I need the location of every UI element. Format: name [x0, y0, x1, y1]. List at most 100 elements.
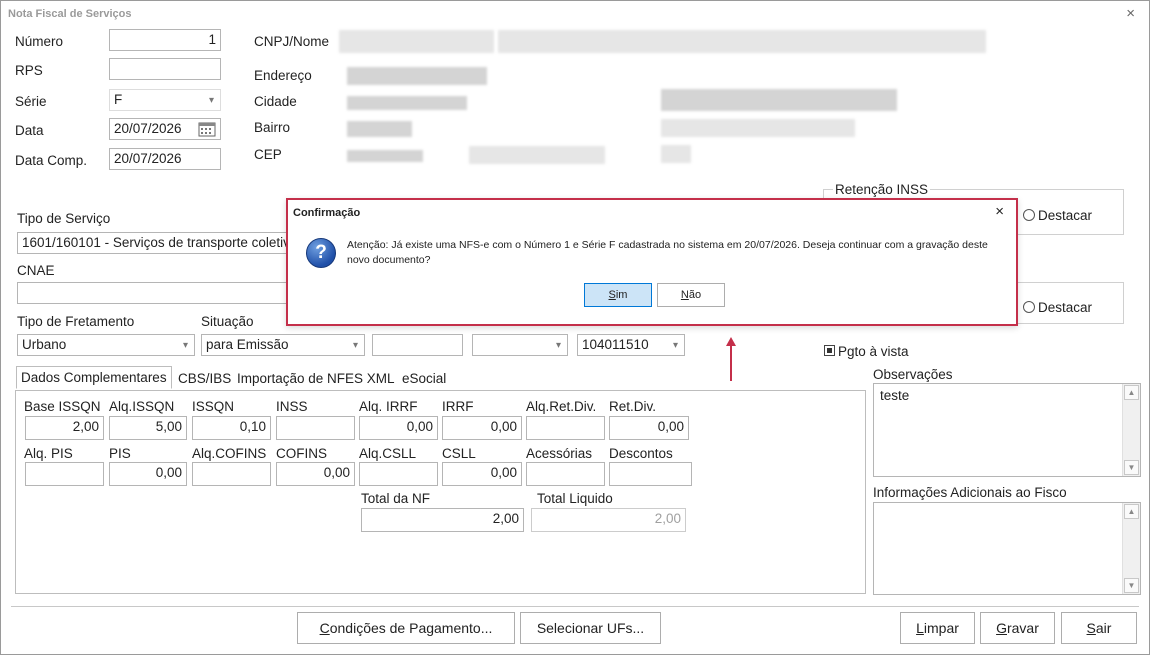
alq-csll-label: Alq.CSLL [359, 446, 417, 461]
info-adicionais-scrollbar[interactable]: ▲ ▼ [1122, 503, 1140, 594]
sim-button[interactable]: Sim [584, 283, 652, 307]
rps-input[interactable] [109, 58, 221, 80]
alq-pis-input[interactable] [25, 462, 104, 486]
total-nf-input[interactable]: 2,00 [361, 508, 524, 532]
alq-ret-div-input[interactable] [526, 416, 605, 440]
cnae-select[interactable] [17, 282, 297, 304]
acessorias-input[interactable] [526, 462, 605, 486]
serie-select[interactable]: F [109, 89, 221, 111]
irrf-input[interactable]: 0,00 [442, 416, 522, 440]
info-adicionais-textarea[interactable]: ▲ ▼ [873, 502, 1141, 595]
cep-mid-redacted [469, 146, 605, 164]
rps-label: RPS [15, 63, 43, 78]
cnpj-label: CNPJ/Nome [254, 34, 330, 49]
cnae-label: CNAE [17, 263, 55, 278]
checkbox-icon [824, 345, 835, 356]
confirmation-dialog: Confirmação × ? Atenção: Já existe uma N… [286, 198, 1018, 326]
ret-div-input[interactable]: 0,00 [609, 416, 689, 440]
ret-div-label: Ret.Div. [609, 399, 657, 414]
situacao-label: Situação [201, 314, 254, 329]
fretamento-select-4[interactable] [472, 334, 568, 356]
cidade-right-redacted [661, 89, 897, 111]
cidade-label: Cidade [254, 94, 297, 109]
descontos-label: Descontos [609, 446, 673, 461]
data-value: 20/07/2026 [114, 121, 182, 136]
tab-dados-complementares[interactable]: Dados Complementares [16, 366, 172, 389]
datacomp-label: Data Comp. [15, 153, 88, 168]
nao-button[interactable]: Não [657, 283, 725, 307]
scroll-down-icon[interactable]: ▼ [1124, 460, 1139, 475]
irrf-label: IRRF [442, 399, 474, 414]
dialog-message: Atenção: Já existe uma NFS-e com o Númer… [347, 239, 988, 266]
tab-importacao-nfes-xml[interactable]: Importação de NFES XML [237, 371, 395, 386]
tipo-servico-label: Tipo de Serviço [17, 211, 111, 226]
alq-csll-input[interactable] [359, 462, 438, 486]
base-issqn-label: Base ISSQN [24, 399, 101, 414]
cnpj-redacted [339, 30, 494, 53]
data-input[interactable]: 20/07/2026 [109, 118, 221, 140]
alq-pis-label: Alq. PIS [24, 446, 73, 461]
cofins-input[interactable]: 0,00 [276, 462, 355, 486]
annotation-arrow [730, 343, 732, 381]
situacao-select[interactable]: para Emissão [201, 334, 365, 356]
selecionar-ufs-button[interactable]: Selecionar UFs... [520, 612, 661, 644]
radio-circle-icon [1023, 209, 1035, 221]
observacoes-scrollbar[interactable]: ▲ ▼ [1122, 384, 1140, 476]
alq-irrf-input[interactable]: 0,00 [359, 416, 438, 440]
dialog-close-button[interactable]: × [995, 203, 1004, 220]
code-select[interactable]: 104011510 [577, 334, 685, 356]
condicoes-pagamento-button[interactable]: Condições de Pagamento... [297, 612, 515, 644]
csll-input[interactable]: 0,00 [442, 462, 522, 486]
observacoes-textarea[interactable]: teste ▲ ▼ [873, 383, 1141, 477]
issqn-input[interactable]: 0,10 [192, 416, 271, 440]
alq-cofins-label: Alq.COFINS [192, 446, 267, 461]
serie-label: Série [15, 94, 47, 109]
destacar2-label: Destacar [1038, 300, 1093, 315]
numero-input[interactable]: 1 [109, 29, 221, 51]
destacar2-radio[interactable]: Destacar [1023, 300, 1092, 315]
window-close-button[interactable]: × [1126, 5, 1135, 22]
scroll-down-icon[interactable]: ▼ [1124, 578, 1139, 593]
alq-cofins-input[interactable] [192, 462, 271, 486]
limpar-button[interactable]: Limpar [900, 612, 975, 644]
pis-label: PIS [109, 446, 131, 461]
cep-label: CEP [254, 147, 282, 162]
cofins-label: COFINS [276, 446, 328, 461]
gravar-button[interactable]: Gravar [980, 612, 1055, 644]
tab-cbs-ibs[interactable]: CBS/IBS [178, 371, 231, 386]
scroll-up-icon[interactable]: ▲ [1124, 385, 1139, 400]
fretamento-field-3[interactable] [372, 334, 463, 356]
alq-issqn-input[interactable]: 5,00 [109, 416, 187, 440]
total-liquido-label: Total Liquido [537, 491, 613, 506]
numero-label: Número [15, 34, 64, 49]
datacomp-input[interactable]: 20/07/2026 [109, 148, 221, 170]
scroll-up-icon[interactable]: ▲ [1124, 504, 1139, 519]
pgto-vista-checkbox[interactable]: Pgto à vista [824, 344, 909, 359]
observacoes-label: Observações [873, 367, 953, 382]
bairro-redacted [347, 121, 412, 137]
endereco-label: Endereço [254, 68, 312, 83]
total-liquido-input: 2,00 [531, 508, 686, 532]
retencao-inss-label: Retenção INSS [833, 182, 931, 197]
endereco-redacted [347, 67, 487, 85]
tipo-fretamento-select[interactable]: Urbano [17, 334, 195, 356]
tab-esocial[interactable]: eSocial [402, 371, 446, 386]
sair-button[interactable]: Sair [1061, 612, 1137, 644]
inss-input[interactable] [276, 416, 355, 440]
descontos-input[interactable] [609, 462, 692, 486]
base-issqn-input[interactable]: 2,00 [25, 416, 104, 440]
cidade-redacted [347, 96, 467, 110]
bairro-right-redacted [661, 119, 855, 137]
bairro-label: Bairro [254, 120, 291, 135]
tipo-servico-select[interactable]: 1601/160101 - Serviços de transporte col… [17, 232, 297, 254]
bottom-separator [11, 606, 1139, 607]
info-adicionais-label: Informações Adicionais ao Fisco [873, 485, 1067, 500]
tipo-fretamento-label: Tipo de Fretamento [17, 314, 135, 329]
alq-ret-div-label: Alq.Ret.Div. [526, 399, 597, 414]
window-title: Nota Fiscal de Serviços [8, 8, 132, 20]
pis-input[interactable]: 0,00 [109, 462, 187, 486]
acessorias-label: Acessórias [526, 446, 593, 461]
data-label: Data [15, 123, 44, 138]
calendar-icon[interactable] [198, 121, 216, 139]
destacar-radio[interactable]: Destacar [1023, 208, 1092, 223]
